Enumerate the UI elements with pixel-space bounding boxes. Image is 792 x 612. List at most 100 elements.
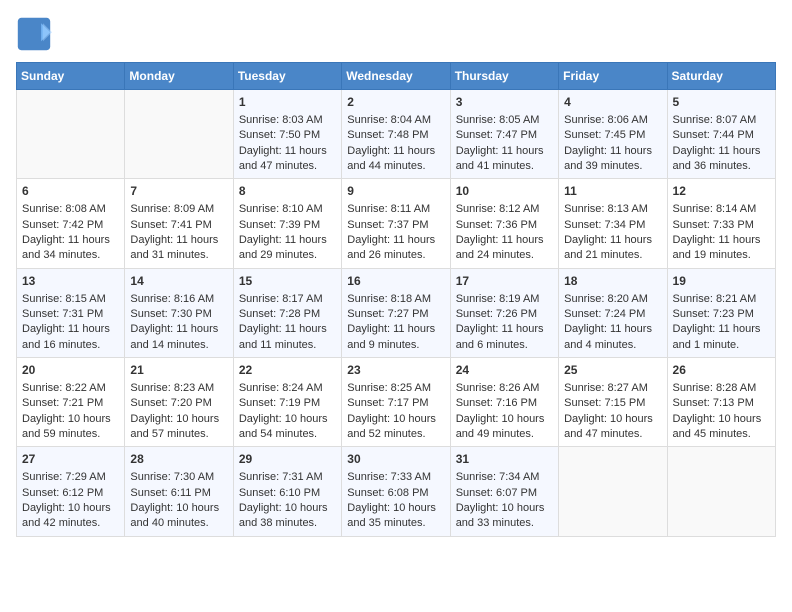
calendar-cell: 23Sunrise: 8:25 AMSunset: 7:17 PMDayligh… [342, 358, 450, 447]
day-number: 31 [456, 451, 553, 468]
day-info-line: Sunset: 7:30 PM [130, 307, 227, 322]
calendar-cell: 1Sunrise: 8:03 AMSunset: 7:50 PMDaylight… [233, 90, 341, 179]
day-info-line: Sunset: 7:37 PM [347, 218, 444, 233]
col-header-wednesday: Wednesday [342, 63, 450, 90]
day-info-line: Sunrise: 8:24 AM [239, 381, 336, 396]
day-info-line: and 31 minutes. [130, 248, 227, 263]
day-info-line: and 38 minutes. [239, 516, 336, 531]
day-info-line: Daylight: 10 hours [130, 412, 227, 427]
day-number: 25 [564, 362, 661, 379]
day-number: 27 [22, 451, 119, 468]
day-number: 19 [673, 273, 770, 290]
day-info-line: and 36 minutes. [673, 159, 770, 174]
calendar-cell: 6Sunrise: 8:08 AMSunset: 7:42 PMDaylight… [17, 179, 125, 268]
calendar-cell: 17Sunrise: 8:19 AMSunset: 7:26 PMDayligh… [450, 268, 558, 357]
calendar-cell: 10Sunrise: 8:12 AMSunset: 7:36 PMDayligh… [450, 179, 558, 268]
day-info-line: Sunrise: 7:29 AM [22, 470, 119, 485]
day-number: 28 [130, 451, 227, 468]
day-info-line: and 47 minutes. [564, 427, 661, 442]
calendar-body: 1Sunrise: 8:03 AMSunset: 7:50 PMDaylight… [17, 90, 776, 537]
day-info-line: Sunrise: 8:12 AM [456, 202, 553, 217]
col-header-monday: Monday [125, 63, 233, 90]
day-info-line: Daylight: 10 hours [673, 412, 770, 427]
logo-icon [16, 16, 52, 52]
day-number: 13 [22, 273, 119, 290]
day-info-line: Sunrise: 8:22 AM [22, 381, 119, 396]
week-row-5: 27Sunrise: 7:29 AMSunset: 6:12 PMDayligh… [17, 447, 776, 536]
day-number: 7 [130, 183, 227, 200]
calendar-cell: 5Sunrise: 8:07 AMSunset: 7:44 PMDaylight… [667, 90, 775, 179]
day-info-line: and 16 minutes. [22, 338, 119, 353]
col-header-tuesday: Tuesday [233, 63, 341, 90]
day-info-line: Sunset: 6:07 PM [456, 486, 553, 501]
day-info-line: Daylight: 10 hours [456, 501, 553, 516]
day-number: 15 [239, 273, 336, 290]
day-info-line: and 14 minutes. [130, 338, 227, 353]
calendar-cell: 27Sunrise: 7:29 AMSunset: 6:12 PMDayligh… [17, 447, 125, 536]
day-info-line: Sunrise: 8:20 AM [564, 292, 661, 307]
day-info-line: and 33 minutes. [456, 516, 553, 531]
day-info-line: and 54 minutes. [239, 427, 336, 442]
week-row-2: 6Sunrise: 8:08 AMSunset: 7:42 PMDaylight… [17, 179, 776, 268]
day-info-line: Daylight: 10 hours [239, 412, 336, 427]
calendar-cell: 11Sunrise: 8:13 AMSunset: 7:34 PMDayligh… [559, 179, 667, 268]
calendar-cell [559, 447, 667, 536]
day-info-line: and 1 minute. [673, 338, 770, 353]
day-info-line: Sunrise: 8:18 AM [347, 292, 444, 307]
day-info-line: Sunrise: 8:05 AM [456, 113, 553, 128]
col-header-saturday: Saturday [667, 63, 775, 90]
day-info-line: and 47 minutes. [239, 159, 336, 174]
day-number: 29 [239, 451, 336, 468]
day-number: 11 [564, 183, 661, 200]
day-info-line: Sunrise: 8:04 AM [347, 113, 444, 128]
day-number: 22 [239, 362, 336, 379]
day-info-line: Daylight: 11 hours [347, 233, 444, 248]
day-info-line: Daylight: 11 hours [239, 322, 336, 337]
week-row-3: 13Sunrise: 8:15 AMSunset: 7:31 PMDayligh… [17, 268, 776, 357]
calendar-cell [667, 447, 775, 536]
day-info-line: Daylight: 11 hours [456, 144, 553, 159]
day-info-line: Daylight: 11 hours [564, 322, 661, 337]
day-info-line: Sunset: 7:39 PM [239, 218, 336, 233]
day-info-line: Sunset: 7:50 PM [239, 128, 336, 143]
day-number: 26 [673, 362, 770, 379]
day-info-line: Daylight: 10 hours [22, 501, 119, 516]
day-info-line: Daylight: 10 hours [239, 501, 336, 516]
calendar-cell: 8Sunrise: 8:10 AMSunset: 7:39 PMDaylight… [233, 179, 341, 268]
day-info-line: Sunset: 7:33 PM [673, 218, 770, 233]
day-info-line: and 26 minutes. [347, 248, 444, 263]
day-number: 20 [22, 362, 119, 379]
calendar-cell: 22Sunrise: 8:24 AMSunset: 7:19 PMDayligh… [233, 358, 341, 447]
day-info-line: Sunset: 7:28 PM [239, 307, 336, 322]
day-info-line: Daylight: 11 hours [239, 144, 336, 159]
calendar-cell: 31Sunrise: 7:34 AMSunset: 6:07 PMDayligh… [450, 447, 558, 536]
day-number: 8 [239, 183, 336, 200]
logo [16, 16, 58, 52]
day-info-line: Sunset: 7:24 PM [564, 307, 661, 322]
calendar-cell: 24Sunrise: 8:26 AMSunset: 7:16 PMDayligh… [450, 358, 558, 447]
day-info-line: and 45 minutes. [673, 427, 770, 442]
calendar-cell: 13Sunrise: 8:15 AMSunset: 7:31 PMDayligh… [17, 268, 125, 357]
day-number: 6 [22, 183, 119, 200]
day-info-line: and 44 minutes. [347, 159, 444, 174]
day-info-line: Sunrise: 7:33 AM [347, 470, 444, 485]
day-info-line: Sunrise: 8:10 AM [239, 202, 336, 217]
day-number: 17 [456, 273, 553, 290]
day-info-line: Sunset: 7:47 PM [456, 128, 553, 143]
day-info-line: and 9 minutes. [347, 338, 444, 353]
day-number: 23 [347, 362, 444, 379]
day-info-line: and 41 minutes. [456, 159, 553, 174]
calendar-cell: 2Sunrise: 8:04 AMSunset: 7:48 PMDaylight… [342, 90, 450, 179]
day-info-line: Sunrise: 8:09 AM [130, 202, 227, 217]
day-info-line: Daylight: 10 hours [347, 501, 444, 516]
calendar-header: SundayMondayTuesdayWednesdayThursdayFrid… [17, 63, 776, 90]
day-info-line: Daylight: 10 hours [347, 412, 444, 427]
day-info-line: Sunset: 7:17 PM [347, 396, 444, 411]
day-number: 4 [564, 94, 661, 111]
day-info-line: Daylight: 10 hours [564, 412, 661, 427]
day-number: 2 [347, 94, 444, 111]
day-info-line: Sunrise: 8:27 AM [564, 381, 661, 396]
day-info-line: Daylight: 10 hours [22, 412, 119, 427]
day-number: 1 [239, 94, 336, 111]
day-info-line: Sunrise: 7:31 AM [239, 470, 336, 485]
